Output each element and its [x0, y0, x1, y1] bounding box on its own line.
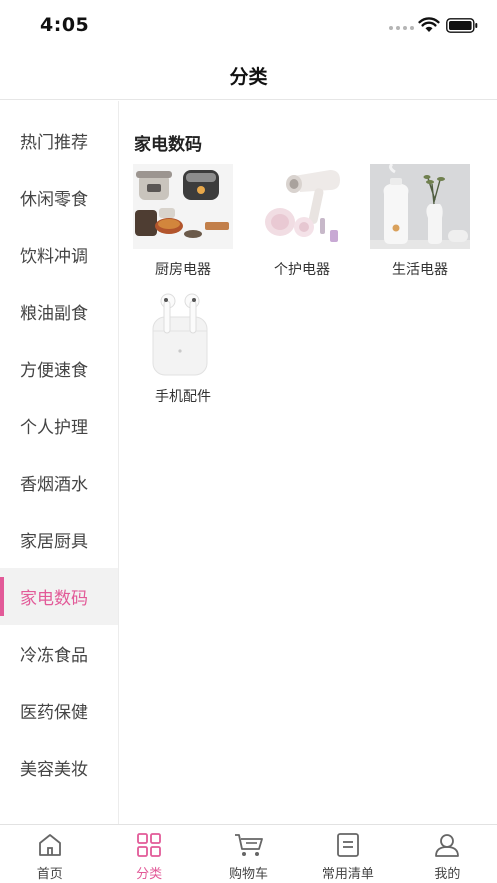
bottom-tab-bar: 首页 分类 购物车 常用清单 我的 — [0, 824, 497, 883]
tab-profile[interactable]: 我的 — [398, 825, 497, 883]
list-icon — [337, 833, 359, 857]
sidebar-item-personal-care[interactable]: 个人护理 — [0, 397, 118, 454]
sidebar-item-instant-food[interactable]: 方便速食 — [0, 340, 118, 397]
section-title: 家电数码 — [134, 135, 202, 155]
sidebar-item-snacks[interactable]: 休闲零食 — [0, 169, 118, 226]
earbuds-image — [133, 291, 233, 376]
sidebar-item-grain-oil[interactable]: 粮油副食 — [0, 283, 118, 340]
product-label: 厨房电器 — [155, 262, 211, 278]
tab-category[interactable]: 分类 — [99, 825, 198, 883]
tab-label: 常用清单 — [321, 867, 374, 882]
product-personal-care-appliances[interactable]: 个护电器 — [244, 164, 354, 284]
humidifier-image — [370, 164, 470, 249]
tab-home[interactable]: 首页 — [0, 825, 99, 883]
tab-label: 我的 — [434, 867, 461, 882]
status-bar: 4:05 — [0, 0, 497, 48]
battery-icon — [446, 18, 478, 33]
navigation-bar: 分类 — [0, 48, 497, 100]
sidebar-item-home-kitchen[interactable]: 家居厨具 — [0, 511, 118, 568]
sidebar-item-drinks[interactable]: 饮料冲调 — [0, 226, 118, 283]
sidebar-item-tobacco-alcohol[interactable]: 香烟酒水 — [0, 454, 118, 511]
tab-shopping-list[interactable]: 常用清单 — [298, 825, 397, 883]
product-kitchen-appliances[interactable]: 厨房电器 — [125, 164, 235, 284]
kitchen-appliances-image — [133, 164, 233, 249]
hair-dryer-image — [252, 164, 352, 249]
wifi-icon — [418, 17, 440, 32]
cellular-signal-icon — [389, 26, 414, 30]
category-sidebar: 热门推荐 休闲零食 饮料冲调 粮油副食 方便速食 个人护理 香烟酒水 家居厨具 … — [0, 101, 119, 824]
product-phone-accessories[interactable]: 手机配件 — [125, 291, 235, 411]
tab-cart[interactable]: 购物车 — [199, 825, 298, 883]
tab-label: 购物车 — [229, 867, 269, 882]
product-home-appliances[interactable]: 生活电器 — [362, 164, 472, 284]
sidebar-item-electronics[interactable]: 家电数码 — [0, 568, 118, 625]
category-icon — [137, 833, 162, 857]
status-time: 4:05 — [40, 14, 90, 36]
sidebar-item-frozen-food[interactable]: 冷冻食品 — [0, 625, 118, 682]
sidebar-item-beauty[interactable]: 美容美妆 — [0, 739, 118, 796]
page-title: 分类 — [229, 66, 268, 88]
tab-label: 分类 — [136, 867, 163, 882]
profile-icon — [435, 834, 460, 857]
product-label: 生活电器 — [392, 262, 448, 278]
category-content: 家电数码 厨房电器 个护电器 生活电器 手机配件 — [119, 101, 497, 824]
sidebar-item-hot[interactable]: 热门推荐 — [0, 112, 118, 169]
tab-label: 首页 — [36, 867, 63, 882]
product-label: 手机配件 — [155, 389, 211, 405]
cart-icon — [234, 834, 263, 856]
product-label: 个护电器 — [274, 262, 330, 278]
sidebar-item-health[interactable]: 医药保健 — [0, 682, 118, 739]
home-icon — [38, 834, 61, 856]
